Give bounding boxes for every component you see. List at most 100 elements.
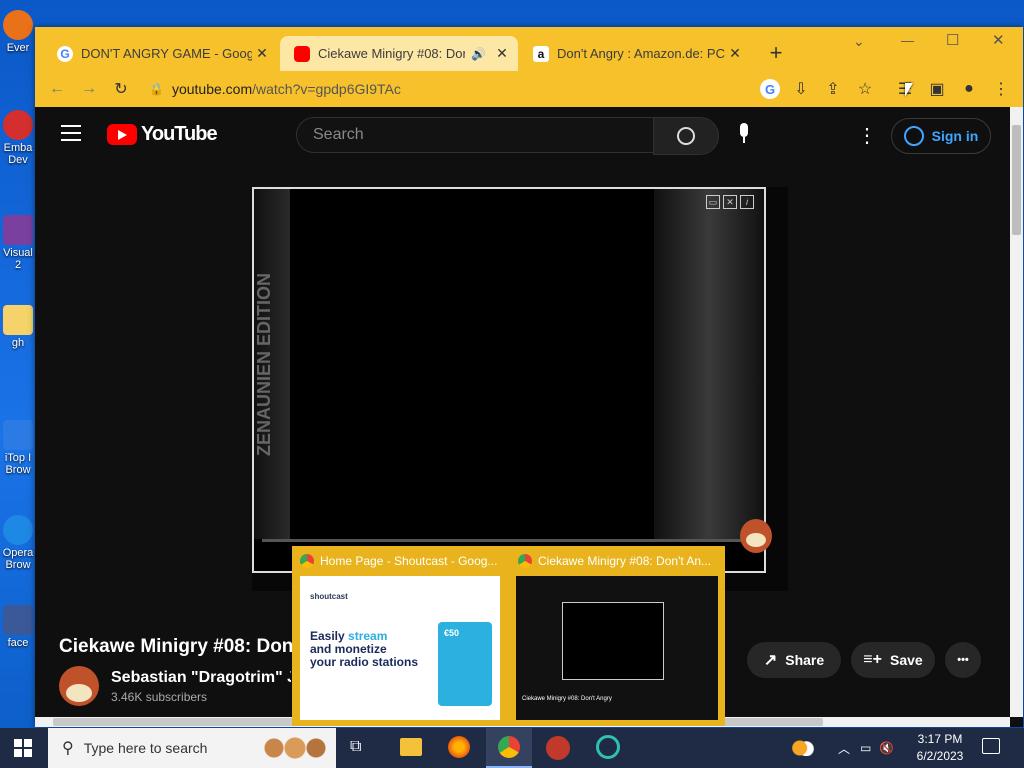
bookmark-star-icon[interactable]: ☆ [855,79,875,99]
share-page-icon[interactable]: ⇪ [823,79,843,99]
channel-name[interactable]: Sebastian "Dragotrim" Jac [111,669,291,687]
browser-toolbar: ← → ↻ 🔒 youtube.com/watch?v=gpdp6GI9TAc … [35,71,1023,107]
close-window-button[interactable]: ✕ [992,31,1005,49]
app-taskbar-icon[interactable] [546,736,570,760]
amazon-icon: a [533,45,549,62]
video-frame-edge [654,189,764,539]
overlay-controls: ▭ ✕ i [706,195,754,209]
side-panel-icon[interactable]: ▣ [927,79,947,99]
volume-muted-icon[interactable]: 🔇 [879,741,894,755]
microphone-icon[interactable] [735,123,753,147]
forward-arrow-icon[interactable]: → [79,79,99,99]
close-icon[interactable]: ✕ [723,195,737,209]
playlist-add-icon: ≡+ [863,651,882,668]
info-icon[interactable]: i [740,195,754,209]
back-arrow-icon[interactable]: ← [47,79,67,99]
google-icon: G [57,45,73,62]
channel-watermark-icon[interactable] [740,519,772,553]
chrome-taskbar-button[interactable] [486,728,532,768]
youtube-search-button[interactable] [653,117,719,155]
chrome-icon [518,554,532,568]
app-icon [3,605,33,635]
youtube-logo[interactable]: YouTube [107,123,218,146]
progress-bar[interactable] [262,539,752,542]
app-icon [3,215,33,245]
taskbar: ⚲ Type here to search ⧉ ︿ ▭ 🔇 3:17 PM 6/… [0,728,1024,768]
channel-avatar[interactable] [59,666,99,706]
chevron-up-icon[interactable]: ︿ [838,740,850,757]
thumbnail-youtube[interactable]: Ciekawe Minigry #08: Don't An... Ciekawe… [510,546,724,726]
folder-icon [3,305,33,335]
close-tab-icon[interactable]: ✕ [492,45,512,62]
desktop-icon-itop[interactable]: iTop I Brow [0,420,36,476]
share-button[interactable]: ↗ Share [747,642,841,678]
chrome-icon [300,554,314,568]
more-actions-button[interactable]: ••• [945,642,981,678]
url-domain: youtube.com [171,81,253,97]
youtube-icon [294,45,310,62]
account-icon [903,126,924,146]
restore-icon[interactable]: ▭ [706,195,720,209]
thumbnail-shoutcast[interactable]: Home Page - Shoutcast - Goog... shoutcas… [292,546,506,726]
firefox-icon[interactable] [448,736,470,758]
desktop-icon-face[interactable]: face [0,605,36,649]
youtube-search-input[interactable]: Search [296,117,654,153]
mouse-cursor-icon [905,83,913,97]
opera-icon[interactable] [596,735,620,759]
google-lens-icon[interactable]: G [760,79,780,99]
taskbar-search-box[interactable]: ⚲ Type here to search [48,728,336,768]
close-tab-icon[interactable]: ✕ [252,45,272,62]
video-player[interactable]: ZENAUNIEN EDITION ▭ ✕ i [252,187,766,573]
network-icon[interactable]: ▭ [860,741,871,755]
system-tray: ︿ ▭ 🔇 [792,728,894,768]
vertical-scrollbar[interactable] [1010,107,1023,717]
close-tab-icon[interactable]: ✕ [725,45,745,62]
desktop-icon-folder[interactable]: gh [0,305,36,349]
taskbar-thumbnail-preview: Home Page - Shoutcast - Goog... shoutcas… [292,546,725,726]
search-icon [677,127,695,145]
tab-youtube[interactable]: Ciekawe Minigry #08: Don't 🔊 ✕ [280,36,518,71]
speaker-icon[interactable]: 🔊 [471,47,486,61]
subscriber-count: 3.46K subscribers [111,690,208,704]
app-icon [3,110,33,140]
url-path: /watch?v=gpdp6GI9TAc [252,81,401,97]
search-icon: ⚲ [62,740,74,757]
scrollbar-thumb[interactable] [1012,125,1021,235]
reload-icon[interactable]: ↻ [111,79,131,99]
thumbnail-image: Ciekawe Minigry #08: Don't Angry [516,576,718,720]
hamburger-menu-icon[interactable] [61,125,81,141]
task-view-icon[interactable]: ⧉ [350,738,370,758]
desktop-icon-opera[interactable]: Opera Brow [0,515,36,571]
windows-start-icon[interactable] [14,739,32,757]
tab-strip: G DON'T ANGRY GAME - Google S ✕ Ciekawe … [35,27,1023,71]
new-tab-button[interactable]: + [764,41,788,65]
tab-search-chevron-icon[interactable]: ⌄ [853,33,865,50]
tab-google-search[interactable]: G DON'T ANGRY GAME - Google S ✕ [43,36,278,71]
desktop-icon-emba[interactable]: Emba Dev [0,110,36,166]
app-icon [3,420,33,450]
search-highlight-icon [260,732,330,764]
clock[interactable]: 3:17 PM 6/2/2023 [912,731,968,765]
share-arrow-icon: ↗ [763,652,778,669]
app-icon [3,10,33,40]
maximize-button[interactable]: ☐ [946,31,959,49]
thumbnail-image: shoutcast Easily stream and monetize you… [300,576,500,720]
save-button[interactable]: ≡+ Save [851,642,935,678]
profile-icon[interactable]: ● [959,79,979,99]
chrome-icon [498,736,520,758]
menu-kebab-icon[interactable]: ⋮ [991,79,1011,99]
lock-icon: 🔒 [149,82,164,96]
price-card: €50 [438,622,492,706]
player-side-text: ZENAUNIEN EDITION [254,189,290,539]
tab-amazon[interactable]: a Don't Angry : Amazon.de: PC & ✕ [519,36,751,71]
settings-kebab-icon[interactable]: ⋮ [857,123,877,148]
weather-icon[interactable] [792,740,814,756]
file-explorer-icon[interactable] [400,738,422,756]
desktop-icon-ever[interactable]: Ever [0,10,36,54]
video-title: Ciekawe Minigry #08: Don't [59,636,299,657]
desktop-icon-visual[interactable]: Visual 2 [0,215,36,271]
sign-in-button[interactable]: Sign in [891,118,991,154]
install-icon[interactable]: ⇩ [791,79,811,99]
minimize-button[interactable]: — [901,33,914,48]
notifications-icon[interactable] [982,738,1000,754]
